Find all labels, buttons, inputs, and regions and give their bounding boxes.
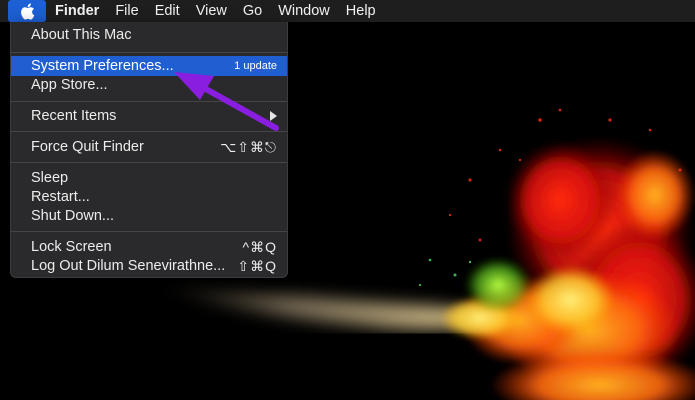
menu-item-log-out[interactable]: Log Out Dilum Senevirathne... ⇧⌘Q [11,256,287,276]
menu-item-sleep[interactable]: Sleep [11,168,287,188]
menu-window[interactable]: Window [270,0,338,22]
menu-item-restart[interactable]: Restart... [11,187,287,207]
menu-view[interactable]: View [188,0,235,22]
menu-help[interactable]: Help [338,0,384,22]
menu-item-label: Sleep [31,170,69,186]
menu-go[interactable]: Go [235,0,270,22]
menu-edit[interactable]: Edit [147,0,188,22]
menu-separator [11,131,287,132]
menu-item-label: Restart... [31,189,90,205]
menu-item-recent-items[interactable]: Recent Items [11,106,287,126]
menu-item-lock-screen[interactable]: Lock Screen ^⌘Q [11,237,287,257]
menu-item-force-quit[interactable]: Force Quit Finder ⌥⇧⌘⎋ [11,137,287,157]
force-quit-shortcut: ⌥⇧⌘⎋ [220,138,277,155]
submenu-arrow-icon [270,111,277,121]
menu-bar: Finder File Edit View Go Window Help [0,0,695,22]
menu-item-label: Log Out Dilum Senevirathne... [31,258,226,274]
log-out-shortcut: ⇧⌘Q [237,257,277,274]
menu-separator [11,52,287,53]
lock-screen-shortcut: ^⌘Q [242,238,277,255]
menu-item-system-preferences[interactable]: System Preferences... 1 update [11,56,287,76]
menu-separator [11,231,287,232]
menu-separator [11,162,287,163]
update-badge: 1 update [234,60,277,72]
menu-item-label: App Store... [31,77,108,93]
menu-file[interactable]: File [107,0,146,22]
menu-item-about-this-mac[interactable]: About This Mac [11,25,287,45]
menu-item-app-store[interactable]: App Store... [11,75,287,95]
apple-menu-button[interactable] [8,0,46,22]
apple-menu-dropdown: About This Mac System Preferences... 1 u… [10,22,288,278]
menu-item-label: System Preferences... [31,58,174,74]
menu-item-shut-down[interactable]: Shut Down... [11,206,287,226]
menu-item-label: Force Quit Finder [31,139,144,155]
menu-item-label: Shut Down... [31,208,115,224]
menu-item-label: About This Mac [31,27,132,43]
menu-item-label: Recent Items [31,108,117,124]
menu-item-label: Lock Screen [31,239,112,255]
menu-finder[interactable]: Finder [46,0,107,22]
apple-logo-icon [20,2,34,20]
menu-separator [11,101,287,102]
